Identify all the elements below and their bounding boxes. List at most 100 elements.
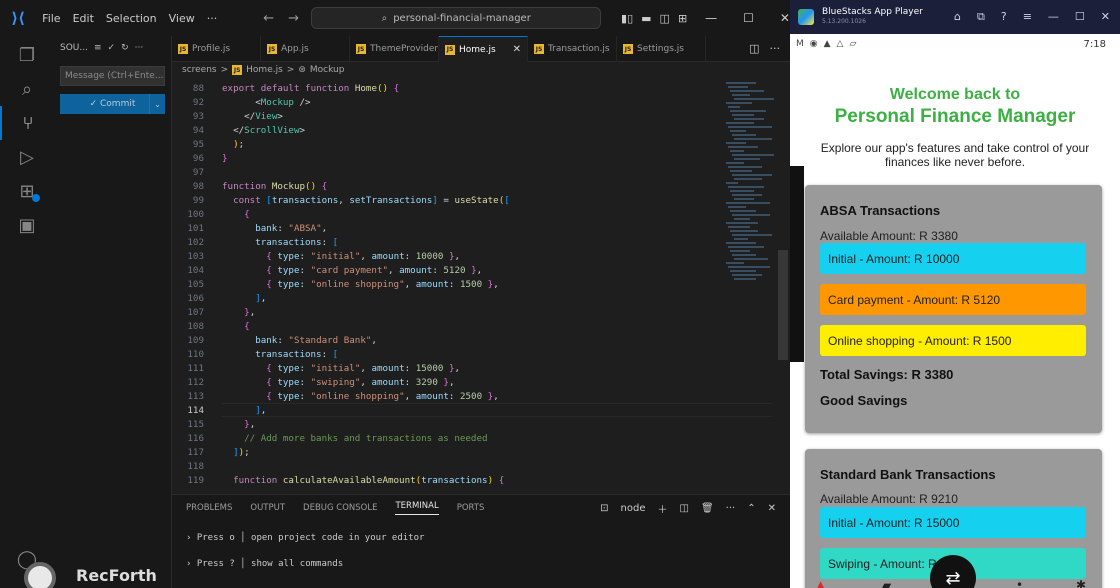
toggle-sidebar-icon[interactable]: ▮▯ — [621, 12, 633, 25]
home-icon[interactable]: ⌂ — [954, 10, 961, 24]
minimap-stroke — [734, 178, 762, 180]
sidebar-title: SOU... — [60, 43, 88, 53]
split-terminal-icon[interactable]: ◫ — [680, 503, 689, 514]
close-window-icon[interactable]: ✕ — [780, 11, 790, 25]
home-nav-icon[interactable]: ▲ — [816, 578, 825, 588]
extensions-badge — [32, 194, 40, 202]
kill-terminal-icon[interactable]: 🗑 — [701, 503, 714, 514]
code-line: 118 — [172, 460, 772, 474]
more-actions-icon[interactable]: ··· — [135, 43, 144, 53]
minimap-stroke — [726, 142, 746, 144]
close-icon[interactable]: ✕ — [1101, 10, 1110, 24]
commit-dropdown-icon[interactable]: ⌄ — [149, 94, 165, 114]
tab-transaction[interactable]: JS Transaction.js — [528, 36, 617, 62]
more-nav-icon[interactable]: • — [1016, 578, 1023, 588]
extensions-icon[interactable]: ⊞ — [0, 174, 54, 208]
menu-edit[interactable]: Edit — [67, 12, 100, 25]
code-text: transactions: [ — [255, 237, 339, 248]
minimap-stroke — [732, 94, 750, 96]
tab-settings[interactable]: JS Settings.js — [617, 36, 706, 62]
source-control-icon[interactable]: ⑂ — [0, 106, 54, 140]
panel-tab-output[interactable]: OUTPUT — [250, 503, 285, 513]
tab-profile[interactable]: JS Profile.js — [172, 36, 261, 62]
terminal-shell-name[interactable]: node — [621, 503, 646, 514]
transaction-item[interactable]: Initial - Amount: R 10000 — [820, 243, 1086, 274]
editor-scrollbar[interactable] — [778, 250, 788, 360]
recorder-watermark: RecForth — [0, 540, 172, 588]
minimap-stroke — [734, 218, 750, 220]
tab-label: Settings.js — [637, 44, 684, 54]
line-number: 100 — [187, 209, 204, 220]
code-line: 104 { type: "card payment", amount: 5120… — [172, 264, 772, 278]
minimize-icon[interactable]: — — [705, 11, 717, 25]
back-arrow-icon[interactable]: ← — [263, 11, 274, 26]
line-number: 119 — [187, 475, 204, 486]
tab-app[interactable]: JS App.js — [261, 36, 350, 62]
notification-bell-icon: ▲ — [823, 39, 831, 49]
menu-file[interactable]: File — [36, 12, 66, 25]
minimap[interactable] — [722, 78, 782, 494]
commit-button[interactable]: ✓ Commit ⌄ — [60, 94, 165, 114]
status-icons: M ◉ ▲ △ ▱ — [796, 39, 856, 49]
explorer-icon[interactable]: ❐ — [0, 38, 54, 72]
minimap-stroke — [728, 226, 750, 228]
new-terminal-icon[interactable]: ＋ — [658, 501, 668, 516]
tab-home[interactable]: JS Home.js ✕ — [439, 36, 528, 62]
tab-themeprovider[interactable]: JS ThemeProvider.js — [350, 36, 439, 62]
remote-explorer-icon[interactable]: ▣ — [0, 208, 54, 242]
minimap-stroke — [730, 270, 756, 272]
commit-message-input[interactable]: Message (Ctrl+Ente... — [60, 66, 165, 86]
editor-more-icon[interactable]: ··· — [770, 42, 781, 55]
code-text: { type: "card payment", amount: 5120 }, — [266, 265, 483, 276]
breadcrumb-symbol[interactable]: Mockup — [310, 65, 345, 75]
refresh-icon[interactable]: ↻ — [121, 43, 129, 53]
transaction-item[interactable]: Online shopping - Amount: R 1500 — [820, 325, 1086, 356]
menu-more[interactable]: ··· — [201, 12, 224, 25]
search-view-icon[interactable]: ⌕ — [0, 72, 54, 106]
bank-card-absa: ABSA Transactions Available Amount: R 33… — [805, 185, 1102, 433]
maximize-icon[interactable]: ☐ — [743, 11, 754, 25]
view-as-tree-icon[interactable]: ≡ — [94, 43, 102, 53]
close-tab-icon[interactable]: ✕ — [513, 44, 521, 55]
panel-tab-ports[interactable]: PORTS — [457, 503, 485, 513]
panel-tab-problems[interactable]: PROBLEMS — [186, 503, 232, 513]
card-title: ABSA Transactions — [820, 203, 941, 218]
status-time: 7:18 — [1083, 38, 1106, 50]
multi-instance-icon[interactable]: ⧉ — [977, 10, 985, 24]
line-number: 106 — [187, 293, 204, 304]
code-line: 115 }, — [172, 418, 772, 432]
transaction-item[interactable]: Card payment - Amount: R 5120 — [820, 284, 1086, 315]
code-line: 110 transactions: [ — [172, 348, 772, 362]
minimize-icon[interactable]: — — [1048, 10, 1059, 24]
line-number: 103 — [187, 251, 204, 262]
code-text: function Mockup() { — [222, 181, 328, 192]
breadcrumb-file[interactable]: Home.js — [246, 65, 283, 75]
forward-arrow-icon[interactable]: → — [288, 11, 299, 26]
help-icon[interactable]: ? — [1001, 10, 1007, 24]
commit-check-icon[interactable]: ✓ — [108, 43, 116, 53]
panel-more-icon[interactable]: ··· — [726, 503, 736, 514]
close-panel-icon[interactable]: ✕ — [768, 503, 776, 514]
breadcrumb-folder[interactable]: screens — [182, 65, 217, 75]
run-debug-icon[interactable]: ▷ — [0, 140, 54, 174]
command-center-search[interactable]: ⌕ personal-financial-manager — [311, 7, 602, 29]
code-editor[interactable]: 88 export default function Home() {92 <Mo… — [172, 78, 790, 494]
split-editor-icon[interactable]: ◫ — [749, 42, 759, 55]
panel-tab-terminal[interactable]: TERMINAL — [395, 501, 439, 515]
menu-icon[interactable]: ≡ — [1023, 10, 1032, 24]
panel-tab-debug-console[interactable]: DEBUG CONSOLE — [303, 503, 377, 513]
maximize-icon[interactable]: ☐ — [1075, 10, 1085, 24]
code-line: 111 { type: "initial", amount: 15000 }, — [172, 362, 772, 376]
menu-view[interactable]: View — [163, 12, 201, 25]
customize-layout-icon[interactable]: ⊞ — [678, 12, 687, 25]
maximize-panel-icon[interactable]: ⌃ — [747, 503, 755, 514]
toggle-panel-icon[interactable]: ▬ — [641, 12, 651, 25]
code-line: 103 { type: "initial", amount: 10000 }, — [172, 250, 772, 264]
settings-nav-icon[interactable]: ✱ — [1076, 578, 1086, 588]
toggle-secondary-sidebar-icon[interactable]: ◫ — [660, 12, 670, 25]
transaction-item[interactable]: Initial - Amount: R 15000 — [820, 507, 1086, 538]
line-number: 112 — [187, 377, 204, 388]
code-text: // Add more banks and transactions as ne… — [222, 433, 488, 444]
menu-selection[interactable]: Selection — [100, 12, 163, 25]
wallet-nav-icon[interactable]: ▰ — [882, 578, 891, 588]
